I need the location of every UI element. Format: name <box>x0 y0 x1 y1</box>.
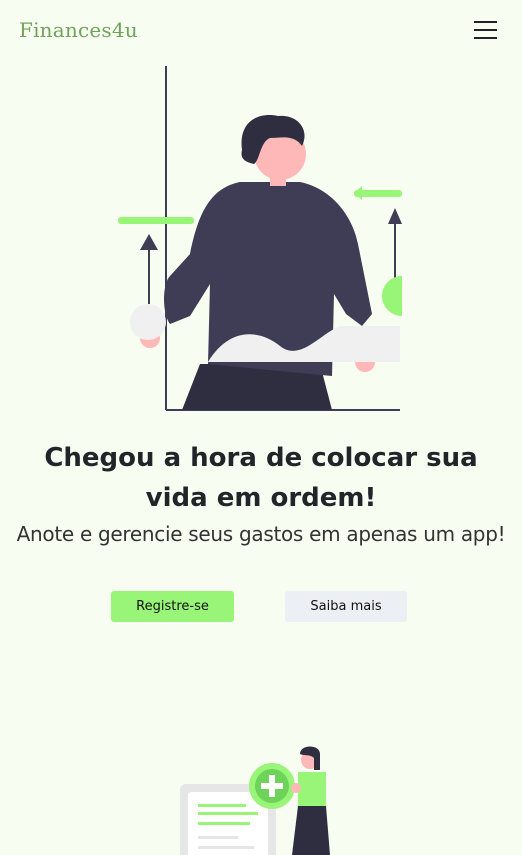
navbar: Finances4u <box>0 0 522 64</box>
page-subtitle: Anote e gerencie seus gastos em apenas u… <box>16 522 506 546</box>
person-with-growth-chart-illustration <box>118 66 402 411</box>
brand-logo[interactable]: Finances4u <box>19 18 138 42</box>
person-adding-document-illustration <box>180 746 330 855</box>
page-headline: Chegou a hora de colocar sua vida em ord… <box>44 443 478 513</box>
hamburger-menu-icon[interactable] <box>474 20 498 40</box>
register-button[interactable]: Registre-se <box>111 591 234 622</box>
learn-more-button[interactable]: Saiba mais <box>285 591 407 622</box>
